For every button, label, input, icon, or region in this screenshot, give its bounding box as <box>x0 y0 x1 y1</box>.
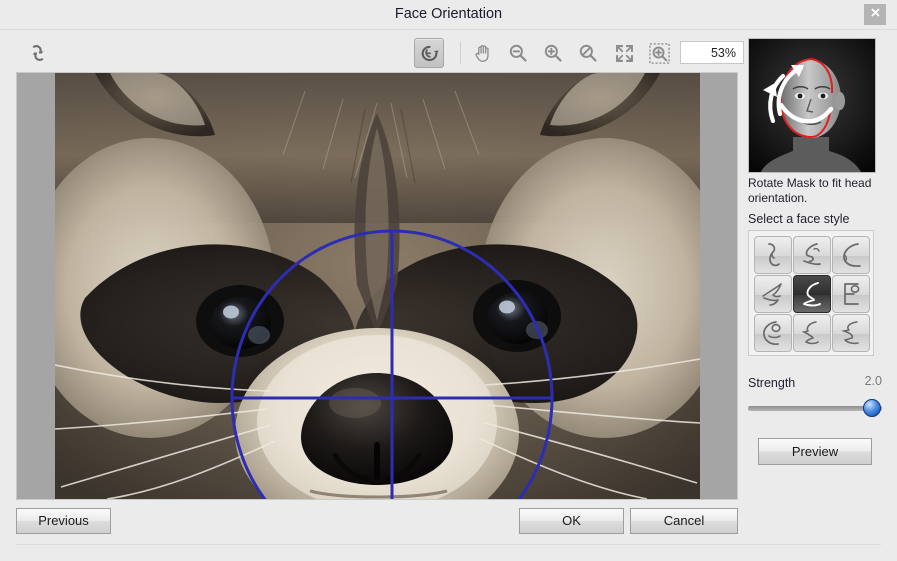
strength-label: Strength <box>748 376 796 390</box>
face-style-cell-5[interactable] <box>793 275 831 313</box>
pan-tool-button[interactable] <box>468 38 498 68</box>
zoom-out-button[interactable] <box>503 38 533 68</box>
zoom-to-selection-button[interactable] <box>644 38 674 68</box>
dialog-body: 53% Rotate Mask to fit head orientation.… <box>0 30 897 561</box>
strength-slider[interactable] <box>748 398 882 418</box>
face-style-cell-2[interactable] <box>793 236 831 274</box>
raccoon-photo <box>55 73 700 499</box>
face-style-cell-1[interactable] <box>754 236 792 274</box>
close-button[interactable] <box>864 4 886 25</box>
face-profile-icon-3 <box>843 243 861 267</box>
face-style-cell-7[interactable] <box>754 314 792 352</box>
face-profile-icon-2 <box>803 243 821 266</box>
face-profile-icon-1 <box>768 243 780 267</box>
rotate-face-tool-button[interactable] <box>414 38 444 68</box>
slider-track <box>748 406 882 411</box>
titlebar: Face Orientation <box>0 0 897 30</box>
image-canvas[interactable] <box>16 72 738 500</box>
zoom-level-input[interactable]: 53% <box>680 41 744 64</box>
window-title: Face Orientation <box>394 6 503 22</box>
face-profile-icon-7 <box>763 321 781 345</box>
magnifier-minus-icon <box>509 44 527 62</box>
zoom-reset-button[interactable] <box>573 38 603 68</box>
ok-button[interactable]: OK <box>519 508 624 534</box>
strength-value: 2.0 <box>864 374 882 388</box>
rotate-mask-illustration <box>748 38 876 173</box>
face-profile-icon-4 <box>762 283 782 306</box>
face-style-cell-6[interactable] <box>832 275 870 313</box>
face-profile-icon-9 <box>841 321 859 345</box>
face-orientation-dialog: Face Orientation 53% Rotate Mask to fit … <box>0 0 897 561</box>
face-style-cell-8[interactable] <box>793 314 831 352</box>
close-icon <box>870 8 880 17</box>
magnifier-plus-icon <box>544 44 562 62</box>
face-profile-icon-8 <box>801 321 819 345</box>
options-panel: Rotate Mask to fit head orientation. Sel… <box>746 34 886 504</box>
slider-knob[interactable] <box>863 399 881 417</box>
help-caption: Rotate Mask to fit head orientation. <box>748 176 872 205</box>
fit-to-screen-button[interactable] <box>609 38 639 68</box>
footer-divider <box>16 544 881 545</box>
hand-icon <box>475 45 489 62</box>
expand-arrows-icon <box>615 44 633 62</box>
toolbar-separator <box>460 42 461 64</box>
magnifier-slash-icon <box>579 44 597 62</box>
face-style-grid <box>748 230 874 356</box>
strength-row: Strength 2.0 <box>748 374 882 390</box>
face-style-cell-3[interactable] <box>832 236 870 274</box>
face-profile-icon-5 <box>803 282 821 307</box>
cancel-button[interactable]: Cancel <box>630 508 738 534</box>
face-profile-icon-6 <box>844 283 860 305</box>
face-style-cell-4[interactable] <box>754 275 792 313</box>
zoom-in-button[interactable] <box>538 38 568 68</box>
marquee-zoom-icon <box>648 42 670 64</box>
refresh-rotate-icon <box>32 45 44 61</box>
preview-button[interactable]: Preview <box>758 438 872 465</box>
face-style-label: Select a face style <box>748 212 850 226</box>
face-style-cell-9[interactable] <box>832 314 870 352</box>
rotate-face-icon <box>421 45 439 61</box>
previous-button[interactable]: Previous <box>16 508 111 534</box>
reset-orientation-button[interactable] <box>22 38 54 68</box>
toolbar: 53% <box>8 34 744 72</box>
